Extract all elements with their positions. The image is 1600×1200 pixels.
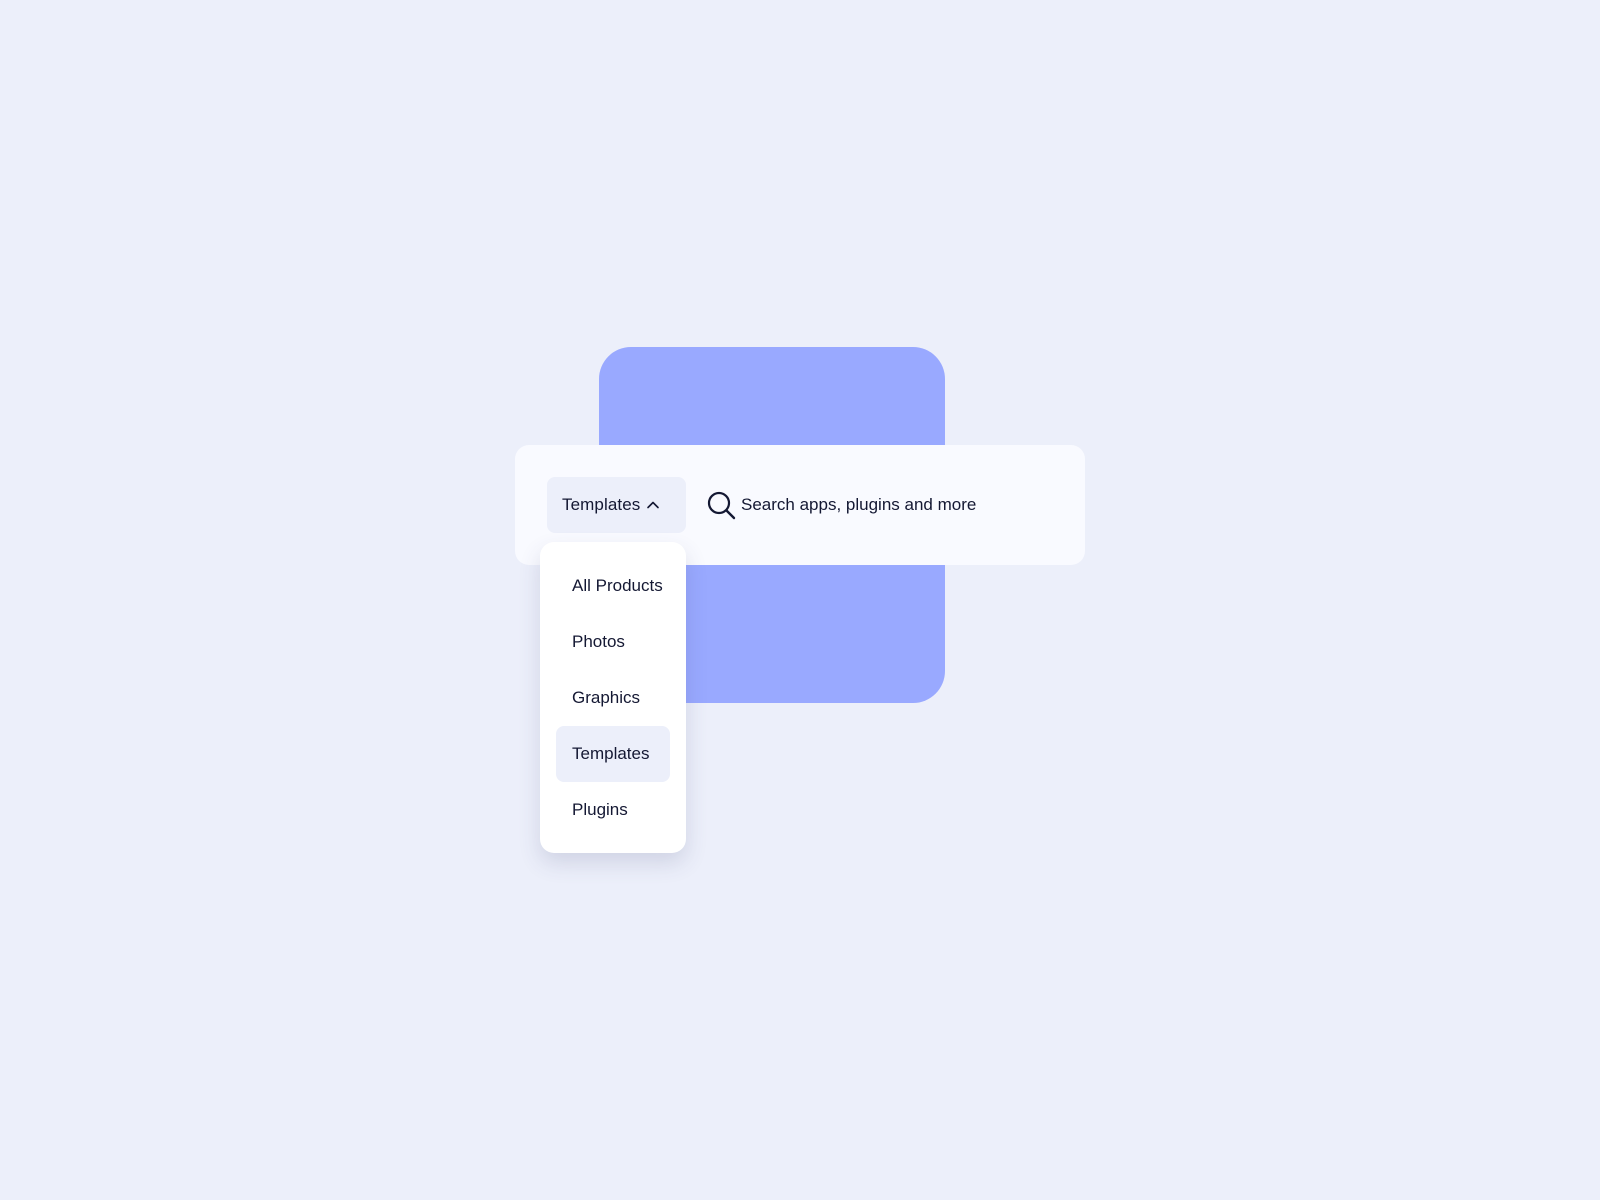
menu-item-label: Plugins bbox=[572, 800, 628, 819]
category-dropdown-label: Templates bbox=[562, 495, 641, 514]
menu-item-label: All Products bbox=[572, 576, 663, 595]
category-dropdown-menu: All Products Photos Graphics Templates P… bbox=[540, 542, 686, 853]
menu-item-label: Photos bbox=[572, 632, 625, 651]
menu-item-label: Graphics bbox=[572, 688, 641, 707]
menu-item-plugins[interactable]: Plugins bbox=[556, 782, 670, 838]
menu-item-templates[interactable]: Templates bbox=[556, 726, 670, 782]
menu-item-all-products[interactable]: All Products bbox=[556, 558, 670, 614]
search-icon bbox=[707, 491, 737, 521]
chevron-up-icon bbox=[646, 498, 660, 512]
menu-item-graphics[interactable]: Graphics bbox=[556, 670, 670, 726]
search-input[interactable] bbox=[741, 488, 1061, 522]
category-dropdown-button[interactable]: Templates bbox=[547, 477, 686, 533]
menu-item-photos[interactable]: Photos bbox=[556, 614, 670, 670]
menu-item-label: Templates bbox=[572, 744, 650, 763]
